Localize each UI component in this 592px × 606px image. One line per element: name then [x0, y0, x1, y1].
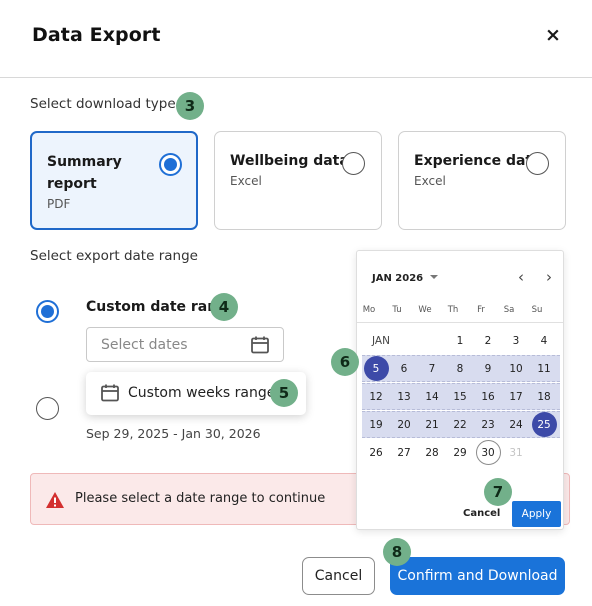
- close-icon[interactable]: ×: [542, 24, 564, 46]
- dialog-title: Data Export: [32, 24, 161, 46]
- calendar-day-21[interactable]: 21: [418, 413, 446, 437]
- calendar-day-29[interactable]: 29: [446, 441, 474, 465]
- calendar-day-7[interactable]: 7: [418, 357, 446, 381]
- date-input-placeholder: Select dates: [101, 337, 188, 353]
- option-card-summary-report[interactable]: Summary report PDF: [30, 131, 198, 230]
- radio-wellbeing-data[interactable]: [342, 152, 365, 175]
- date-range-label: Select export date range: [30, 248, 198, 264]
- calendar-day-25[interactable]: 25: [530, 412, 558, 437]
- calendar-day-23[interactable]: 23: [474, 413, 502, 437]
- calendar-day-20[interactable]: 20: [390, 413, 418, 437]
- calendar-day-15[interactable]: 15: [446, 385, 474, 409]
- option-title: Wellbeing data: [230, 153, 349, 169]
- date-picker-popover: JAN 2026 ‹ › Mo Tu We Th Fr Sa Su JAN 12…: [356, 250, 564, 530]
- option-title: Experience data: [414, 153, 542, 169]
- calendar-day-27[interactable]: 27: [390, 441, 418, 465]
- option-format: PDF: [47, 197, 71, 211]
- calendar-day-12[interactable]: 12: [362, 385, 390, 409]
- calendar-day-14[interactable]: 14: [418, 385, 446, 409]
- calendar-icon: [100, 383, 120, 403]
- calendar-day-19[interactable]: 19: [362, 413, 390, 437]
- calendar-grid: 1 2 3 4 5 6 7 8 9 10 11 12 13 14 15 16 17 18 19 20 21 22 23 24 2…: [357, 251, 563, 529]
- calendar-day-2[interactable]: 2: [474, 329, 502, 353]
- custom-weeks-range-label: Custom weeks range: [128, 385, 276, 401]
- dialog-header: Data Export ×: [0, 0, 592, 78]
- cancel-button[interactable]: Cancel: [302, 557, 375, 595]
- calendar-day-26[interactable]: 26: [362, 441, 390, 465]
- weeks-range-text: Sep 29, 2025 - Jan 30, 2026: [86, 426, 261, 441]
- calendar-day-24[interactable]: 24: [502, 413, 530, 437]
- calendar-day-18[interactable]: 18: [530, 385, 558, 409]
- radio-summary-report[interactable]: [159, 153, 182, 176]
- calendar-day-10[interactable]: 10: [502, 357, 530, 381]
- calendar-day-9[interactable]: 9: [474, 357, 502, 381]
- option-card-wellbeing-data[interactable]: Wellbeing data Excel: [214, 131, 382, 230]
- step-badge-8: 8: [383, 538, 411, 566]
- option-format: Excel: [414, 174, 446, 188]
- calendar-day-11[interactable]: 11: [530, 357, 558, 381]
- download-type-label: Select download type: [30, 96, 176, 112]
- calendar-icon[interactable]: [250, 335, 270, 355]
- option-format: Excel: [230, 174, 262, 188]
- calendar-day-13[interactable]: 13: [390, 385, 418, 409]
- calendar-day-8[interactable]: 8: [446, 357, 474, 381]
- calendar-day-17[interactable]: 17: [502, 385, 530, 409]
- step-badge-4: 4: [210, 293, 238, 321]
- calendar-day-16[interactable]: 16: [474, 385, 502, 409]
- calendar-day-30[interactable]: 30: [474, 439, 502, 465]
- calendar-day-3[interactable]: 3: [502, 329, 530, 353]
- step-badge-5: 5: [270, 379, 298, 407]
- step-badge-6: 6: [331, 348, 359, 376]
- date-range-input[interactable]: Select dates: [86, 327, 284, 362]
- calendar-day-28[interactable]: 28: [418, 441, 446, 465]
- confirm-download-button[interactable]: Confirm and Download: [390, 557, 565, 595]
- calendar-day-5[interactable]: 5: [362, 356, 390, 381]
- radio-experience-data[interactable]: [526, 152, 549, 175]
- step-badge-3: 3: [176, 92, 204, 120]
- calendar-day-1[interactable]: 1: [446, 329, 474, 353]
- radio-custom-date-range[interactable]: [36, 300, 59, 323]
- calendar-day-31: 31: [509, 447, 523, 459]
- option-card-experience-data[interactable]: Experience data Excel: [398, 131, 566, 230]
- error-message: Please select a date range to continue: [75, 491, 326, 506]
- calendar-day-6[interactable]: 6: [390, 357, 418, 381]
- warning-icon: [45, 490, 65, 510]
- option-title: Summary report: [47, 154, 122, 192]
- calendar-day-22[interactable]: 22: [446, 413, 474, 437]
- calendar-day-4[interactable]: 4: [530, 329, 558, 353]
- radio-custom-weeks-range[interactable]: [36, 397, 59, 420]
